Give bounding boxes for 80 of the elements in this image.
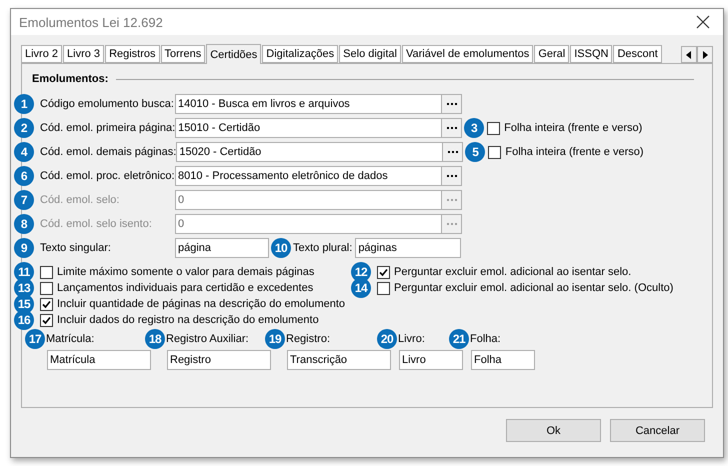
tab[interactable]: Torrens (160, 45, 206, 63)
field-label: Cód. emol. demais páginas: (40, 146, 176, 158)
field-label: Livro: (398, 333, 425, 345)
tab[interactable]: Registros (105, 45, 160, 63)
browse-button[interactable] (441, 167, 461, 185)
number-badge: 2 (14, 118, 34, 138)
tab[interactable]: Livro 2 (21, 45, 62, 63)
number-badge: 3 (464, 118, 484, 138)
number-badge: 8 (14, 214, 34, 234)
number-badge: 16 (14, 310, 34, 330)
scroll-right-button[interactable] (697, 46, 713, 63)
field-label: Cód. emol. primeira página: (40, 122, 176, 134)
checkbox[interactable] (377, 266, 390, 278)
checkbox[interactable] (377, 282, 390, 294)
field-label: Cód. emol. proc. eletrônico: (40, 170, 175, 182)
field-label: Texto singular: (40, 242, 112, 254)
lookup-field[interactable]: 15010 - Certidão (175, 118, 462, 138)
checkbox[interactable] (40, 298, 53, 310)
field-label: Cód. emol. selo isento: (40, 218, 153, 230)
tab[interactable]: Digitalizações (262, 45, 338, 63)
field-label: Registro: (286, 333, 330, 345)
checkbox[interactable] (40, 282, 53, 294)
number-badge: 6 (14, 166, 34, 186)
text-field[interactable]: Transcrição (287, 350, 391, 370)
lookup-field[interactable]: 14010 - Busca em livros e arquivos (175, 94, 462, 114)
check-icon (379, 268, 388, 276)
number-badge: 18 (145, 329, 165, 349)
number-badge: 4 (14, 142, 34, 162)
tab[interactable]: Geral (534, 45, 570, 63)
close-icon (696, 15, 710, 29)
number-badge: 19 (265, 329, 285, 349)
number-badge: 20 (377, 329, 397, 349)
checkbox-label: Folha inteira (frente e verso) (505, 146, 644, 158)
text-field[interactable]: Registro (167, 350, 271, 370)
tab[interactable]: Variável de emolumentos (402, 45, 534, 63)
scroll-left-button[interactable] (681, 46, 697, 63)
number-badge: 9 (14, 238, 34, 258)
tab[interactable]: Certidões (206, 44, 262, 64)
text-field[interactable]: página (175, 238, 269, 258)
field-label: Código emolumento busca: (40, 98, 175, 110)
number-badge: 5 (465, 142, 486, 162)
number-badge: 12 (351, 262, 371, 282)
number-badge: 11 (14, 262, 34, 282)
number-badge: 14 (351, 278, 371, 298)
browse-button[interactable] (442, 143, 462, 161)
checkbox[interactable] (40, 266, 53, 278)
tab[interactable]: Descont (613, 45, 662, 63)
checkbox-option[interactable]: Folha inteira (frente e verso) (488, 146, 644, 158)
number-badge: 21 (449, 329, 469, 349)
text-field[interactable]: páginas (355, 238, 462, 258)
window-title: Emolumentos Lei 12.692 (19, 14, 163, 30)
section-title: Emolumentos: (32, 73, 108, 85)
tab[interactable]: ISSQN (570, 45, 612, 63)
field-label: Matrícula: (46, 333, 94, 345)
field-label: Folha: (470, 333, 501, 345)
cancel-button[interactable]: Cancelar (610, 419, 705, 442)
checkbox-option[interactable]: Folha inteira (frente e verso) (487, 122, 642, 134)
text-field[interactable]: Matrícula (47, 350, 151, 370)
number-badge: 7 (14, 190, 34, 210)
ok-button[interactable]: Ok (506, 419, 601, 442)
number-badge: 1 (14, 94, 34, 114)
left-arrow-icon (686, 50, 692, 58)
field-label: Cód. emol. selo: (40, 194, 120, 206)
field-label: Texto plural: (293, 242, 352, 254)
checkbox[interactable] (487, 122, 500, 134)
lookup-field[interactable]: 8010 - Processamento eletrônico de dados (175, 166, 462, 186)
field-label: Registro Auxiliar: (166, 333, 249, 345)
tab[interactable]: Livro 3 (63, 45, 104, 63)
browse-button[interactable] (441, 119, 462, 137)
browse-button[interactable] (441, 95, 461, 113)
checkbox[interactable] (488, 146, 502, 158)
text-field[interactable]: Livro (399, 350, 463, 370)
number-badge: 10 (271, 238, 291, 258)
text-field[interactable]: Folha (471, 350, 535, 370)
right-arrow-icon (702, 50, 708, 58)
number-badge: 17 (25, 329, 45, 349)
checkbox[interactable] (40, 314, 53, 326)
tab[interactable]: Selo digital (339, 45, 401, 63)
checkbox-label: Folha inteira (frente e verso) (504, 122, 642, 134)
lookup-field[interactable]: 15020 - Certidão (176, 142, 464, 162)
